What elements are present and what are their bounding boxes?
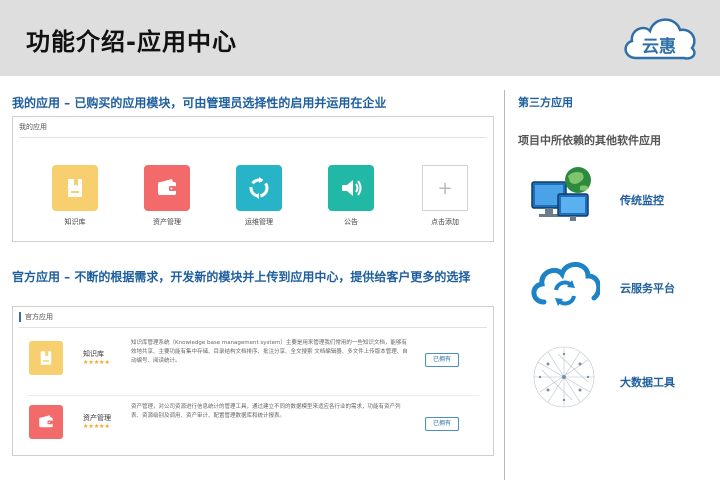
refresh-icon	[236, 165, 282, 211]
app-ops-management[interactable]: 运维管理	[229, 165, 289, 227]
app-label: 运维管理	[245, 218, 273, 226]
owned-button[interactable]: 已拥有	[425, 417, 459, 431]
panel-divider	[19, 137, 487, 138]
plus-icon: +	[422, 165, 468, 211]
third-party-item-label: 云服务平台	[620, 282, 675, 295]
third-party-subtitle: 项目中所依赖的其他软件应用	[518, 134, 661, 147]
network-graph-icon	[528, 342, 600, 412]
monitor-globe-icon	[528, 164, 600, 226]
logo-text: 云惠	[642, 37, 676, 57]
book-icon	[52, 165, 98, 211]
my-apps-section-title: 我的应用 – 已购买的应用模块，可由管理员选择性的启用并运用在企业	[12, 96, 387, 110]
app-asset-management[interactable]: 资产管理	[137, 165, 197, 227]
wallet-icon	[29, 405, 63, 439]
book-icon	[29, 341, 63, 375]
add-app-label: 点击添加	[431, 218, 459, 226]
add-app-button[interactable]: + 点击添加	[415, 165, 475, 227]
my-apps-panel: 我的应用 知识库 资产管理 运维管理 公告 + 点击添加	[12, 116, 494, 242]
owned-button[interactable]: 已拥有	[425, 353, 459, 367]
header-bar: 功能介绍-应用中心 云惠	[0, 0, 720, 76]
wallet-icon	[144, 165, 190, 211]
third-party-item-label: 大数据工具	[620, 376, 675, 389]
app-label: 公告	[344, 218, 358, 226]
app-label: 知识库	[64, 218, 86, 226]
third-party-item-label: 传统监控	[620, 194, 664, 207]
official-apps-panel-title: 官方应用	[19, 312, 53, 322]
official-app-description: 资产管理，对公司资源进行信息统计的管理工具，通过建立不同的数据模型来适应各行业的…	[131, 404, 401, 419]
official-app-row-knowledge-base: 知识库 ★★★★★ 知识库管理系统（Knowledge base managem…	[19, 331, 487, 397]
rating-stars: ★★★★★	[83, 359, 110, 366]
third-party-title: 第三方应用	[518, 96, 573, 109]
official-apps-section-title: 官方应用 – 不断的根据需求，开发新的模块并上传到应用中心，提供给客户更多的选择	[12, 270, 471, 284]
official-app-row-asset-management: 资产管理 ★★★★★ 资产管理，对公司资源进行信息统计的管理工具，通过建立不同的…	[19, 395, 487, 461]
official-apps-panel: 官方应用 知识库 ★★★★★ 知识库管理系统（Knowledge base ma…	[12, 306, 494, 456]
rating-stars: ★★★★★	[83, 423, 110, 430]
page-title: 功能介绍-应用中心	[26, 28, 237, 56]
official-app-name: 知识库	[83, 350, 104, 358]
official-app-description: 知识库管理系统（Knowledge base management system…	[131, 340, 408, 364]
official-app-name: 资产管理	[83, 414, 111, 422]
panel-divider	[19, 327, 487, 328]
cloud-sync-icon	[528, 256, 602, 312]
app-knowledge-base[interactable]: 知识库	[45, 165, 105, 227]
column-divider	[504, 90, 505, 480]
speaker-icon	[328, 165, 374, 211]
app-label: 资产管理	[153, 218, 181, 226]
app-announcement[interactable]: 公告	[321, 165, 381, 227]
brand-logo: 云惠	[618, 10, 700, 66]
my-apps-panel-title: 我的应用	[19, 123, 47, 131]
